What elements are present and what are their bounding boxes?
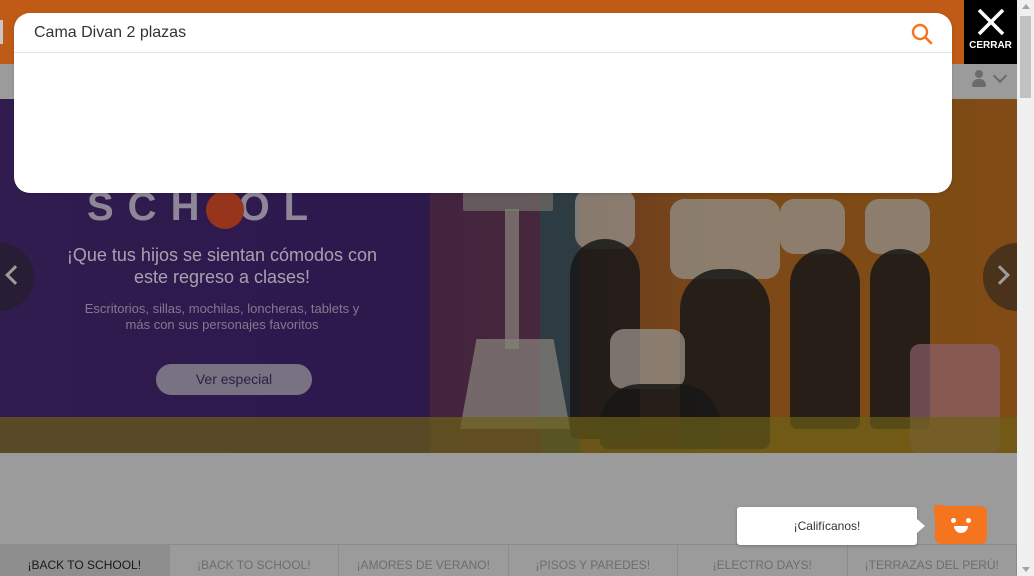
- scroll-up-arrow[interactable]: [1022, 4, 1030, 9]
- tab-electro-days[interactable]: ¡ELECTRO DAYS!: [678, 545, 848, 576]
- search-panel: [14, 13, 952, 193]
- hero-subtext: Escritorios, sillas, mochilas, loncheras…: [84, 301, 360, 332]
- hero-easel-base: [460, 339, 570, 429]
- hero-easel-sign: [463, 191, 553, 211]
- tab-terrazas-del-peru[interactable]: ¡TERRAZAS DEL PERÚ!: [848, 545, 1017, 576]
- rating-prompt[interactable]: ¡Califícanos!: [737, 507, 925, 545]
- carousel-prev-button[interactable]: [0, 243, 34, 311]
- site-logo[interactable]: [0, 20, 3, 44]
- chevron-down-icon: [992, 68, 1008, 84]
- scroll-down-arrow[interactable]: [1022, 567, 1030, 572]
- promo-tabs: ¡BACK TO SCHOOL! ¡BACK TO SCHOOL! ¡AMORE…: [0, 544, 1017, 576]
- user-account-menu[interactable]: [971, 68, 1008, 88]
- page-scrollbar[interactable]: [1017, 0, 1034, 576]
- hero-easel-pole: [505, 209, 519, 349]
- tab-amores-de-verano[interactable]: ¡AMORES DE VERANO!: [339, 545, 509, 576]
- rating-widget-button[interactable]: [934, 505, 987, 544]
- close-label: CERRAR: [969, 40, 1012, 51]
- chevron-right-icon: [990, 265, 1010, 285]
- hero-school-o-mark: [206, 191, 244, 229]
- smiley-icon: [951, 518, 956, 523]
- tab-back-to-school-2[interactable]: ¡BACK TO SCHOOL!: [170, 545, 339, 576]
- chevron-left-icon: [5, 265, 25, 285]
- tab-pisos-y-paredes[interactable]: ¡PISOS Y PAREDES!: [509, 545, 678, 576]
- close-icon: [977, 8, 1005, 36]
- hero-cta-button[interactable]: Ver especial: [156, 364, 312, 395]
- user-icon: [971, 70, 987, 88]
- search-bar: [14, 13, 952, 53]
- search-input[interactable]: [34, 20, 894, 46]
- close-search-button[interactable]: CERRAR: [964, 0, 1017, 64]
- scroll-thumb[interactable]: [1020, 16, 1031, 98]
- hero-headline: ¡Que tus hijos se sientan cómodos con es…: [66, 245, 378, 287]
- hero-floor: [0, 417, 1017, 453]
- search-icon[interactable]: [910, 22, 934, 46]
- tab-back-to-school[interactable]: ¡BACK TO SCHOOL!: [0, 545, 170, 576]
